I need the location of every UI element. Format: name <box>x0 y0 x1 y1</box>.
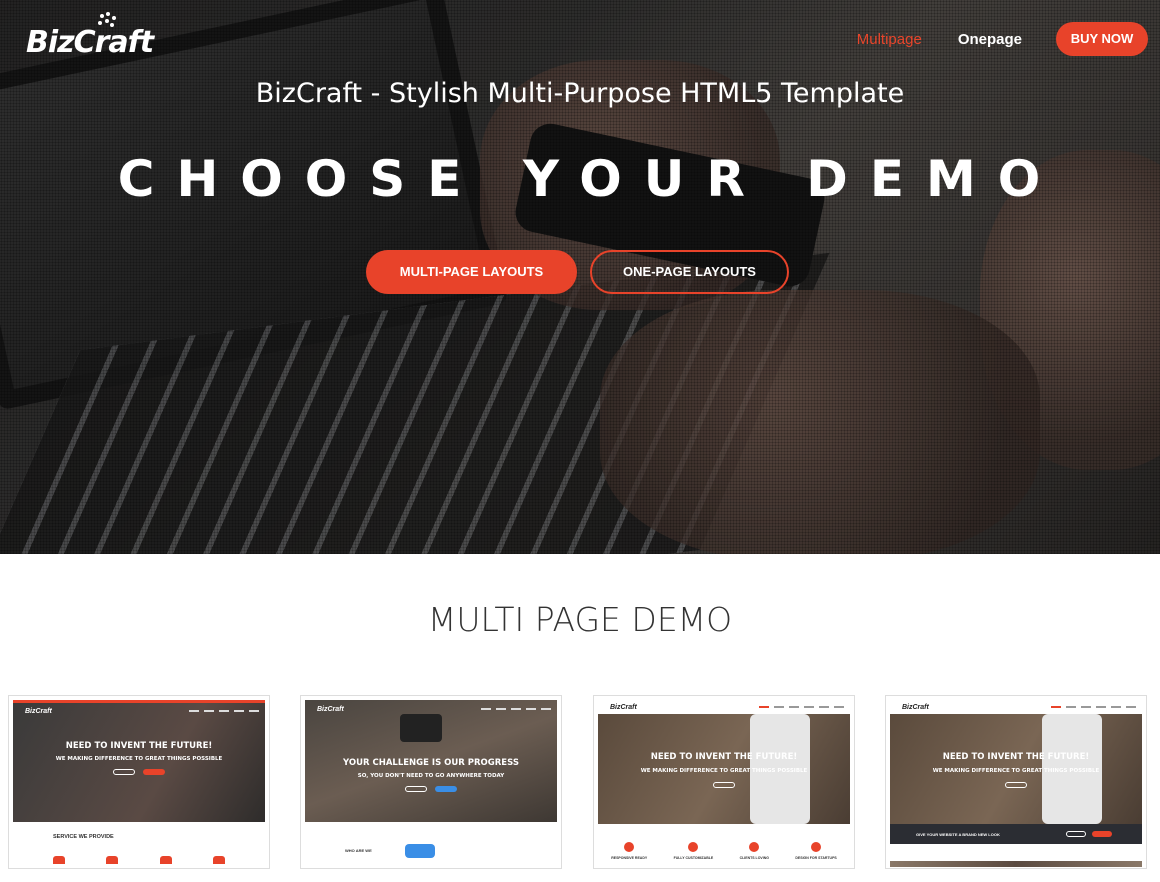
demo-card-2[interactable]: YOUR CHALLENGE IS OUR PROGRESS SO, YOU D… <box>300 695 562 869</box>
demo-tagline: SO, YOU DON'T NEED TO GO ANYWHERE TODAY <box>357 773 505 779</box>
demo-thumbnail: YOUR CHALLENGE IS OUR PROGRESS SO, YOU D… <box>305 700 557 822</box>
section-title: MULTI PAGE DEMO <box>427 600 733 639</box>
sparkle-icon <box>96 12 118 32</box>
demo-brand: BizCraft <box>902 703 929 711</box>
top-navigation: Multipage Onepage BUY NOW <box>857 22 1148 56</box>
demo-footer-text: SERVICE WE PROVIDE <box>53 834 114 840</box>
nav-multipage[interactable]: Multipage <box>857 31 922 48</box>
feature-responsive: RESPONSIVE READY <box>611 842 647 860</box>
feature-startups: DESIGN FOR STARTUPS <box>795 842 837 860</box>
demo-tagline: WE MAKING DIFFERENCE TO GREAT THINGS POS… <box>932 768 1100 774</box>
demo-footer-text: WHO ARE WE <box>345 848 372 853</box>
demo-headline: NEED TO INVENT THE FUTURE! <box>65 741 213 751</box>
hero-section: BizCraft Multipage Onepage BUY NOW BizCr… <box>0 0 1160 554</box>
demo-card-3[interactable]: BizCraft NEED TO INVENT THE FUTURE! WE M… <box>593 695 855 869</box>
demo-thumbnail: NEED TO INVENT THE FUTURE! WE MAKING DIF… <box>890 714 1142 824</box>
feature-clients: CLIENTS LOVING <box>740 842 769 860</box>
demo-brand: BizCraft <box>610 703 637 711</box>
nav-onepage[interactable]: Onepage <box>958 31 1022 48</box>
hero-subtitle: BizCraft - Stylish Multi-Purpose HTML5 T… <box>255 78 905 109</box>
buy-now-button[interactable]: BUY NOW <box>1056 22 1148 56</box>
demo-tagline: WE MAKING DIFFERENCE TO GREAT THINGS POS… <box>640 768 808 774</box>
demo-headline: NEED TO INVENT THE FUTURE! <box>942 752 1090 762</box>
demo-thumbnail: NEED TO INVENT THE FUTURE! WE MAKING DIF… <box>598 714 850 824</box>
demo-thumbnail: NEED TO INVENT THE FUTURE! WE MAKING DIF… <box>13 700 265 822</box>
demo-card-4[interactable]: BizCraft NEED TO INVENT THE FUTURE! WE M… <box>885 695 1147 869</box>
demo-headline: NEED TO INVENT THE FUTURE! <box>650 752 798 762</box>
demo-footer-text: GIVE YOUR WEBSITE A BRAND NEW LOOK <box>916 831 1000 837</box>
demo-brand: BizCraft <box>317 705 344 713</box>
demo-tagline: WE MAKING DIFFERENCE TO GREAT THINGS POS… <box>55 756 223 762</box>
demo-headline: YOUR CHALLENGE IS OUR PROGRESS <box>343 758 519 768</box>
feature-customizable: FULLY CUSTOMIZABLE <box>674 842 713 860</box>
hero-headline: CHOOSE YOUR DEMO <box>117 150 1063 208</box>
trophy-icon <box>405 844 435 858</box>
one-page-layouts-button[interactable]: ONE-PAGE LAYOUTS <box>590 250 789 294</box>
demo-brand: BizCraft <box>25 707 52 715</box>
multi-page-layouts-button[interactable]: MULTI-PAGE LAYOUTS <box>366 250 577 294</box>
demo-card-1[interactable]: NEED TO INVENT THE FUTURE! WE MAKING DIF… <box>8 695 270 869</box>
site-logo[interactable]: BizCraft <box>26 12 154 60</box>
camera-icon <box>400 714 442 742</box>
logo-text: BizCraft <box>26 25 154 60</box>
